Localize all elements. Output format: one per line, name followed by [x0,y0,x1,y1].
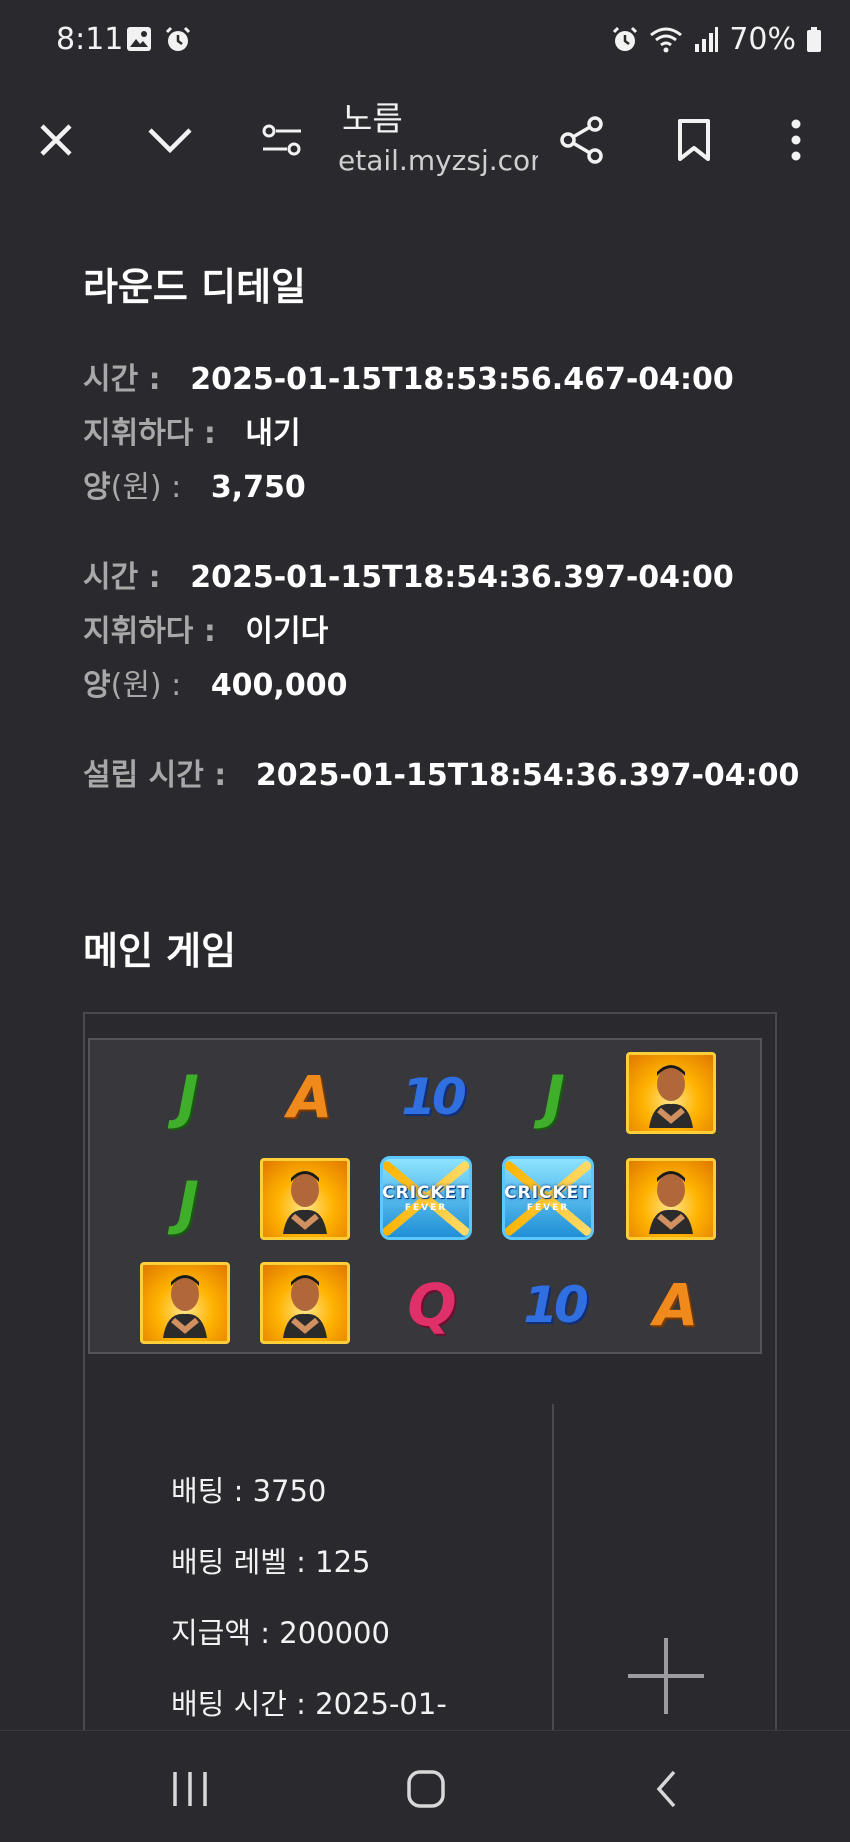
cricket-label: CRICKET [504,1183,592,1203]
url-text[interactable]: etail.myzsj.com [338,144,538,177]
bet-info: 배팅 : 3750 배팅 레벨 : 125 지급액 : 200000 배팅 시간… [171,1468,447,1730]
battery-percent: 70% [729,22,796,57]
detail-time-row-1: 시간 : 2025-01-15T18:53:56.467-04:00 [83,354,734,398]
amount-label: 양 [83,668,111,703]
amount-value: 400,000 [210,668,348,703]
symbol-ten: 10 [382,1052,482,1142]
alarm-icon [613,26,638,51]
cricketer-portrait-icon [649,1065,693,1128]
detail-amount-row-1: 양(원) : 3,750 [83,462,306,506]
page-controls-icon[interactable] [252,110,312,170]
home-icon[interactable] [386,1759,466,1819]
symbol-a-letter: A [287,1063,333,1131]
time-value: 2025-01-15T18:54:36.397-04:00 [190,560,734,595]
time-value: 2025-01-15T18:53:56.467-04:00 [190,362,734,397]
battery-icon [807,26,821,52]
bet-level: 배팅 레벨 : 125 [171,1545,371,1579]
cricketer-portrait-icon [283,1171,327,1234]
settle-time-row: 설립 시간 : 2025-01-15T18:54:36.397-04:00 [83,750,799,794]
portrait-symbol [260,1262,350,1344]
symbol-j: J [504,1052,604,1142]
symbol-q-letter: Q [407,1271,457,1339]
symbol-j-letter: J [543,1063,565,1131]
symbol-ten: 10 [504,1260,604,1350]
bet-time: 배팅 시간 : 2025-01- [171,1687,447,1721]
portrait-symbol [626,1158,716,1240]
symbol-j-letter: J [177,1063,199,1131]
symbol-j: J [138,1158,238,1248]
amount-unit-label: (원) : [110,470,182,505]
bet-amount: 배팅 : 3750 [171,1474,327,1508]
symbol-a: A [626,1260,726,1350]
detail-time-row-2: 시간 : 2025-01-15T18:54:36.397-04:00 [83,552,734,596]
main-game-panel: J A 10 J J CRICKET FEVER CRICKET FEVER Q… [83,1012,777,1730]
detail-action-row-2: 지휘하다 : 이기다 [83,606,328,650]
symbol-q: Q [382,1260,482,1350]
system-nav-bar [0,1730,850,1842]
gallery-icon [127,27,151,51]
time-label: 시간 : [83,560,161,595]
symbol-a: A [260,1052,360,1142]
cricketer-portrait-icon [649,1171,693,1234]
wifi-icon [650,27,683,52]
portrait-symbol [140,1262,230,1344]
bookmark-icon[interactable] [664,110,724,170]
alarm-icon [165,26,191,51]
symbol-ten-text: 10 [523,1276,589,1334]
expand-plus-icon[interactable] [628,1638,704,1714]
status-time: 8:11 [56,22,124,57]
page-content: 라운드 디테일 시간 : 2025-01-15T18:53:56.467-04:… [0,196,850,1730]
amount-unit-label: (원) : [110,668,182,703]
fever-label: FEVER [404,1203,448,1213]
cricket-fever-symbol: CRICKET FEVER [380,1156,472,1240]
settle-time-value: 2025-01-15T18:54:36.397-04:00 [255,758,800,793]
signal-icon [695,26,719,52]
share-icon[interactable] [552,110,612,170]
payout: 지급액 : 200000 [171,1616,390,1650]
cricket-label: CRICKET [382,1183,470,1203]
round-detail-heading: 라운드 디테일 [83,265,306,309]
cricket-fever-symbol: CRICKET FEVER [502,1156,594,1240]
page-title: 노름 [342,99,403,138]
column-divider [552,1404,554,1730]
main-game-heading: 메인 게임 [83,929,237,973]
cricketer-portrait-icon [283,1275,327,1338]
action-label: 지휘하다 : [83,416,216,451]
portrait-symbol [626,1052,716,1134]
action-label: 지휘하다 : [83,614,216,649]
cricketer-portrait-icon [163,1275,207,1338]
recent-apps-icon[interactable] [150,1759,230,1819]
time-label: 시간 : [83,362,161,397]
portrait-symbol [260,1158,350,1240]
settle-time-label: 설립 시간 : [83,758,227,793]
symbol-a-letter: A [653,1271,699,1339]
back-icon[interactable] [626,1759,706,1819]
action-value: 내기 [245,416,301,451]
amount-label: 양 [83,470,111,505]
amount-value: 3,750 [210,470,306,505]
action-value: 이기다 [245,614,329,649]
reel-grid: J A 10 J J CRICKET FEVER CRICKET FEVER Q… [88,1038,762,1354]
status-bar: 8:11 70% [0,0,850,84]
symbol-ten-text: 10 [401,1068,467,1126]
chevron-down-icon[interactable] [140,110,200,170]
browser-toolbar: 노름 etail.myzsj.com [0,84,850,196]
detail-action-row-1: 지휘하다 : 내기 [83,408,301,452]
symbol-j: J [138,1052,238,1142]
symbol-j-letter: J [177,1169,199,1237]
more-options-icon[interactable] [766,110,826,170]
close-icon[interactable] [26,110,86,170]
fever-label: FEVER [526,1203,570,1213]
detail-amount-row-2: 양(원) : 400,000 [83,660,347,704]
